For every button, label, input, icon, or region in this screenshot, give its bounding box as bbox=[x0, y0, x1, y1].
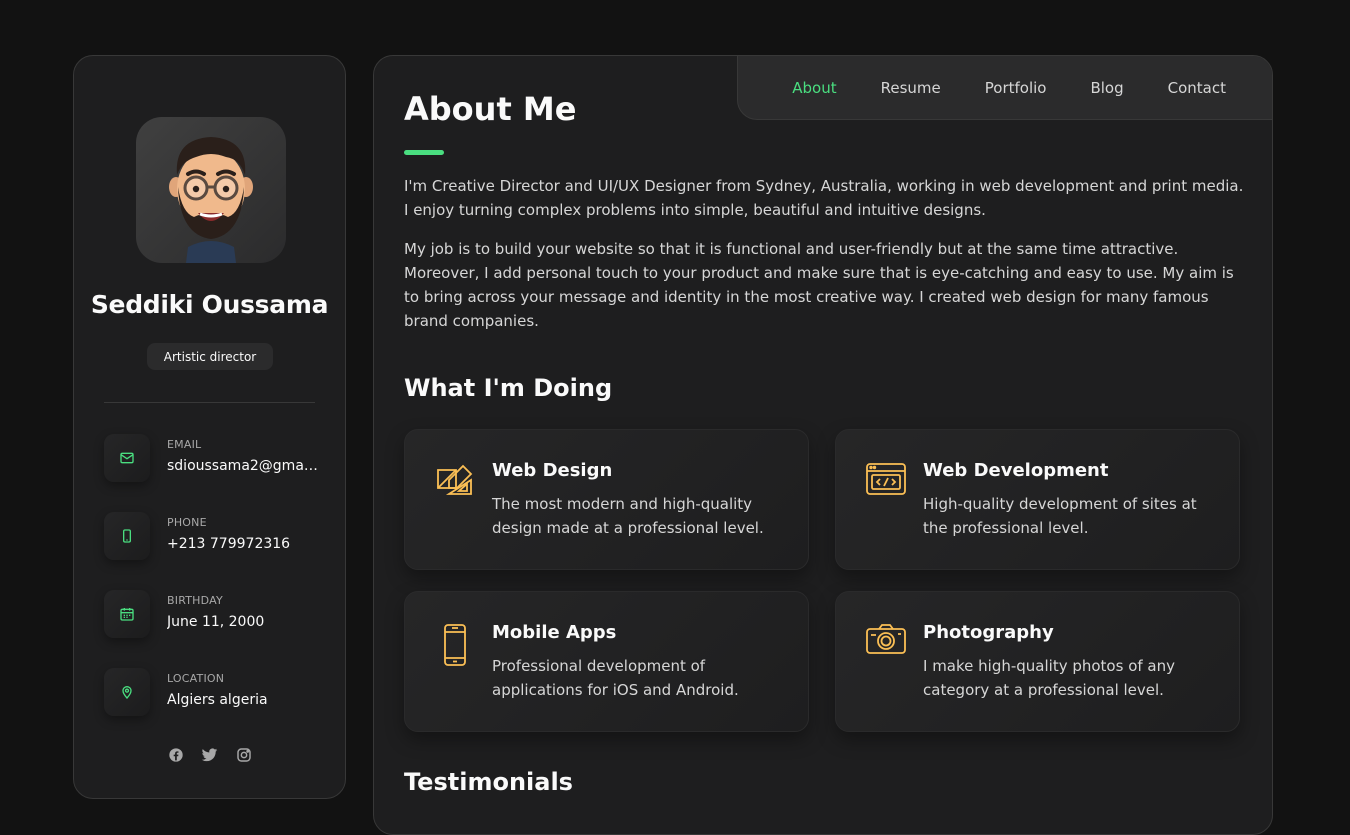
contact-birthday: BIRTHDAY June 11, 2000 bbox=[104, 590, 319, 640]
service-desc: I make high-quality photos of any catego… bbox=[923, 657, 1175, 699]
camera-icon bbox=[864, 624, 908, 668]
about-paragraph-1: I'm Creative Director and UI/UX Designer… bbox=[404, 177, 1244, 219]
service-title: Web Development bbox=[923, 460, 1109, 481]
contact-phone-label: PHONE bbox=[167, 516, 207, 529]
contact-location-label: LOCATION bbox=[167, 672, 225, 685]
facebook-icon[interactable] bbox=[167, 746, 185, 764]
page-title: About Me bbox=[404, 90, 577, 128]
nav-about[interactable]: About bbox=[792, 79, 836, 97]
nav-resume[interactable]: Resume bbox=[881, 79, 941, 97]
service-title: Mobile Apps bbox=[492, 622, 617, 643]
contact-phone-link[interactable]: +213 779972316 bbox=[167, 536, 319, 552]
phone-icon bbox=[104, 512, 150, 560]
service-title: Photography bbox=[923, 622, 1054, 643]
nav-portfolio[interactable]: Portfolio bbox=[985, 79, 1047, 97]
avatar bbox=[136, 117, 286, 263]
location-pin-icon bbox=[104, 668, 150, 716]
title-underline bbox=[404, 150, 444, 155]
smartphone-icon bbox=[433, 624, 477, 668]
service-card-mobile-apps: Mobile Apps Professional development of … bbox=[404, 591, 809, 732]
contact-email-label: EMAIL bbox=[167, 438, 202, 451]
contact-birthday-value: June 11, 2000 bbox=[167, 614, 265, 630]
service-title: Web Design bbox=[492, 460, 613, 481]
social-links bbox=[74, 746, 345, 764]
memoji-avatar-icon bbox=[169, 137, 253, 263]
design-tools-icon bbox=[433, 462, 477, 506]
code-window-icon bbox=[864, 462, 908, 506]
contact-phone: PHONE +213 779972316 bbox=[104, 512, 319, 562]
contact-location: LOCATION Algiers algeria bbox=[104, 668, 319, 718]
nav-blog[interactable]: Blog bbox=[1090, 79, 1123, 97]
main-panel: About Resume Portfolio Blog Contact Abou… bbox=[373, 55, 1273, 835]
service-card-web-design: Web Design The most modern and high-qual… bbox=[404, 429, 809, 570]
instagram-icon[interactable] bbox=[235, 746, 253, 764]
service-desc: High-quality development of sites at the… bbox=[923, 495, 1197, 537]
service-card-photography: Photography I make high-quality photos o… bbox=[835, 591, 1240, 732]
services-heading: What I'm Doing bbox=[404, 374, 613, 402]
testimonials-heading: Testimonials bbox=[404, 768, 573, 796]
service-desc: Professional development of applications… bbox=[492, 657, 739, 699]
profile-title-badge: Artistic director bbox=[147, 343, 273, 370]
profile-name: Seddiki Oussama bbox=[90, 290, 329, 319]
nav-contact[interactable]: Contact bbox=[1168, 79, 1226, 97]
about-text: I'm Creative Director and UI/UX Designer… bbox=[404, 174, 1244, 348]
contact-email: EMAIL sdioussama2@gmail.com bbox=[104, 434, 319, 484]
calendar-icon bbox=[104, 590, 150, 638]
contact-email-link[interactable]: sdioussama2@gmail.com bbox=[167, 458, 319, 474]
twitter-icon[interactable] bbox=[201, 746, 219, 764]
service-card-web-development: Web Development High-quality development… bbox=[835, 429, 1240, 570]
sidebar-divider bbox=[104, 402, 315, 403]
service-desc: The most modern and high-quality design … bbox=[492, 495, 764, 537]
top-navbar: About Resume Portfolio Blog Contact bbox=[737, 56, 1272, 120]
about-paragraph-2: My job is to build your website so that … bbox=[404, 240, 1234, 330]
mail-icon bbox=[104, 434, 150, 482]
contact-birthday-label: BIRTHDAY bbox=[167, 594, 223, 607]
sidebar: Seddiki Oussama Artistic director EMAIL … bbox=[73, 55, 346, 799]
contact-location-value: Algiers algeria bbox=[167, 692, 268, 708]
